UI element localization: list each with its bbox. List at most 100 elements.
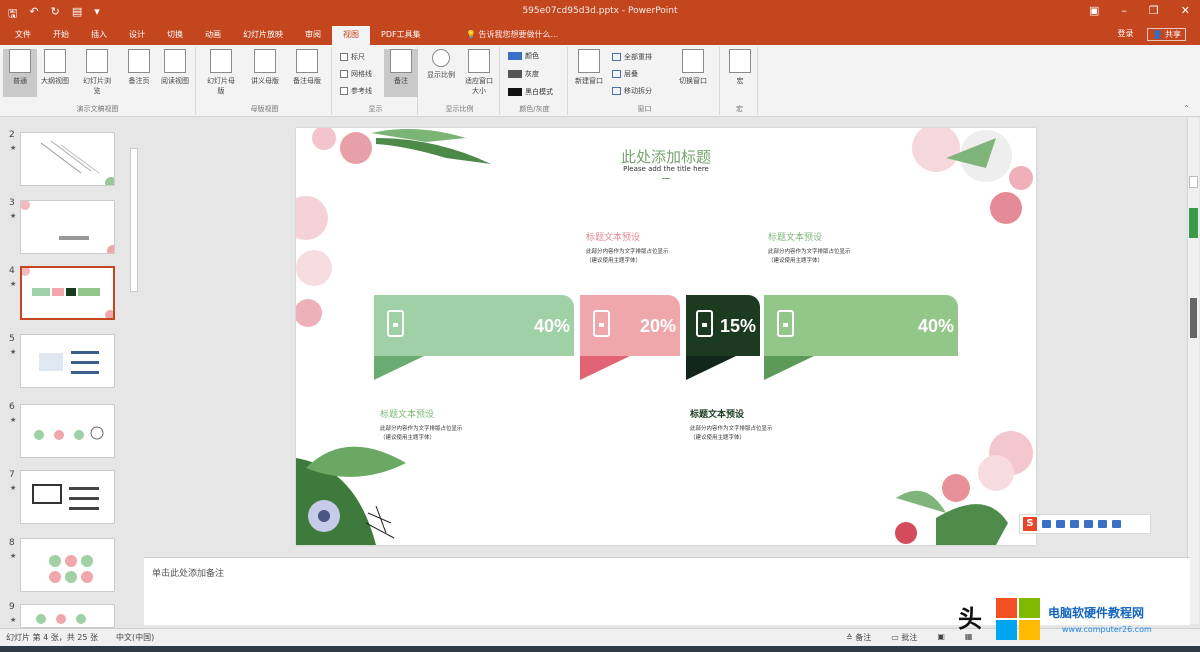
tab-design[interactable]: 设计 bbox=[118, 26, 156, 45]
tab-home[interactable]: 开始 bbox=[42, 26, 80, 45]
collapse-ribbon-icon[interactable]: ⌃ bbox=[1183, 104, 1190, 113]
ribbon-flag bbox=[374, 356, 424, 380]
language-indicator[interactable]: 中文(中国) bbox=[116, 632, 154, 643]
slide-sorter-button[interactable]: 幻灯片浏览 bbox=[80, 49, 114, 96]
comments-status-button[interactable]: ▭ 批注 bbox=[891, 632, 917, 643]
login-link[interactable]: 登录 bbox=[1117, 28, 1133, 41]
move-split-button[interactable]: 移动拆分 bbox=[612, 86, 652, 96]
text-block-body[interactable]: 此部分内容作为文字排版占位显示 （建议使用主题字体） bbox=[586, 248, 669, 266]
slide-thumbnail-selected[interactable] bbox=[20, 266, 115, 320]
tab-review[interactable]: 审阅 bbox=[294, 26, 332, 45]
percent-bar[interactable]: 15% bbox=[686, 295, 760, 356]
slide-canvas[interactable]: 此处添加标题 Please add the title here 标题文本预设 … bbox=[296, 128, 1036, 545]
slide-master-icon bbox=[210, 49, 232, 73]
slide-thumbnail[interactable] bbox=[20, 470, 115, 524]
tab-transitions[interactable]: 切换 bbox=[156, 26, 194, 45]
cascade-button[interactable]: 层叠 bbox=[612, 69, 638, 79]
handout-master-button[interactable]: 讲义母版 bbox=[248, 49, 282, 86]
slide-thumbnail[interactable] bbox=[20, 604, 115, 628]
tab-animations[interactable]: 动画 bbox=[194, 26, 232, 45]
microphone-icon[interactable] bbox=[1070, 520, 1079, 528]
tab-pdf-tools[interactable]: PDF工具集 bbox=[370, 26, 432, 45]
skin-icon[interactable] bbox=[1098, 520, 1107, 528]
tab-insert[interactable]: 插入 bbox=[80, 26, 118, 45]
thumb-number: 8 bbox=[9, 538, 15, 548]
tab-file[interactable]: 文件 bbox=[4, 26, 42, 45]
percent-bar[interactable]: 40% bbox=[374, 295, 574, 356]
maximize-icon[interactable]: ❐ bbox=[1149, 4, 1159, 17]
minimize-icon[interactable]: – bbox=[1121, 4, 1127, 17]
slide-thumbnail[interactable] bbox=[20, 404, 115, 458]
notes-master-button[interactable]: 备注母版 bbox=[290, 49, 324, 86]
outline-view-button[interactable]: 大纲视图 bbox=[38, 49, 72, 86]
keyboard-icon[interactable] bbox=[1084, 520, 1093, 528]
title-bar: 🖫 ↶ ↻ ▤ ▾ 595e07cd95d3d.pptx - PowerPoin… bbox=[0, 0, 1200, 26]
scroll-thumb-main[interactable] bbox=[1190, 298, 1197, 338]
normal-view-icon bbox=[9, 49, 31, 73]
switch-windows-button[interactable]: 切换窗口 bbox=[676, 49, 710, 86]
thumbnails-scrollbar[interactable] bbox=[130, 148, 138, 292]
gridlines-checkbox[interactable]: 网格线 bbox=[340, 69, 372, 79]
group-label: 显示比例 bbox=[445, 105, 474, 113]
tab-slideshow[interactable]: 幻灯片放映 bbox=[232, 26, 294, 45]
design-ideas-tab[interactable] bbox=[1189, 208, 1198, 238]
color-button[interactable]: 颜色 bbox=[508, 51, 539, 61]
text-block-body[interactable]: 此部分内容作为文字排版占位显示 （建议使用主题字体） bbox=[768, 248, 851, 266]
tab-view[interactable]: 视图 bbox=[332, 26, 370, 45]
percent-bar[interactable]: 40% bbox=[764, 295, 958, 356]
notes-status-button[interactable]: ≙ 备注 bbox=[846, 632, 871, 643]
normal-view-button[interactable]: 普通 bbox=[3, 49, 37, 97]
slide-thumbnail[interactable] bbox=[20, 132, 115, 186]
notes-page-button[interactable]: 备注页 bbox=[122, 49, 156, 86]
text-block-heading[interactable]: 标题文本预设 bbox=[380, 407, 434, 420]
grayscale-button[interactable]: 灰度 bbox=[508, 69, 539, 79]
document-title: 595e07cd95d3d.pptx - PowerPoint bbox=[522, 6, 678, 16]
group-label: 演示文稿视图 bbox=[76, 105, 119, 113]
ribbon: 普通 大纲视图 幻灯片浏览 备注页 阅读视图 演示文稿视图 幻灯片母版 讲义母版… bbox=[0, 45, 1200, 117]
arrange-all-button[interactable]: 全部重排 bbox=[612, 52, 652, 62]
slide-master-button[interactable]: 幻灯片母版 bbox=[204, 49, 238, 96]
percent-bar[interactable]: 20% bbox=[580, 295, 680, 356]
text-block-heading[interactable]: 标题文本预设 bbox=[768, 230, 822, 243]
toolbox-icon[interactable] bbox=[1112, 520, 1121, 528]
move-split-icon bbox=[612, 87, 621, 95]
ruler-checkbox[interactable]: 标尺 bbox=[340, 52, 365, 62]
close-icon[interactable]: ✕ bbox=[1181, 4, 1190, 17]
ime-toolbar[interactable]: S bbox=[1019, 514, 1151, 534]
windows-logo bbox=[996, 598, 1040, 640]
transition-icon: ★ bbox=[10, 416, 17, 424]
scroll-thumb[interactable] bbox=[1189, 176, 1198, 188]
macros-button[interactable]: 宏 bbox=[723, 49, 757, 86]
slide-subtitle[interactable]: Please add the title here bbox=[296, 165, 1036, 173]
fit-to-window-button[interactable]: 适应窗口大小 bbox=[462, 49, 496, 96]
slide-scrollbar[interactable] bbox=[1187, 118, 1199, 624]
slide-thumbnail[interactable] bbox=[20, 200, 115, 254]
text-block-body[interactable]: 此部分内容作为文字排版占位显示 （建议使用主题字体） bbox=[690, 425, 773, 443]
chinese-mode-icon[interactable] bbox=[1042, 520, 1051, 528]
text-block-heading[interactable]: 标题文本预设 bbox=[690, 407, 744, 420]
ribbon-display-icon[interactable]: ▣ bbox=[1089, 4, 1099, 17]
guides-checkbox[interactable]: 参考线 bbox=[340, 86, 372, 96]
percent-label: 40% bbox=[533, 316, 570, 336]
text-block-body[interactable]: 此部分内容作为文字排版占位显示 （建议使用主题字体） bbox=[380, 425, 463, 443]
share-button[interactable]: 👤 共享 bbox=[1147, 28, 1186, 41]
notes-icon bbox=[390, 49, 412, 73]
move-split-label: 移动拆分 bbox=[624, 87, 652, 95]
new-window-button[interactable]: 新建窗口 bbox=[572, 49, 606, 86]
punctuation-icon[interactable] bbox=[1056, 520, 1065, 528]
group-label: 母版视图 bbox=[250, 105, 279, 113]
bw-swatch-icon bbox=[508, 88, 522, 96]
zoom-button[interactable]: 显示比例 bbox=[424, 49, 458, 80]
normal-view-status-icon[interactable]: ▣ bbox=[937, 632, 945, 643]
reading-view-button[interactable]: 阅读视图 bbox=[158, 49, 192, 86]
tell-me-box[interactable]: 💡 告诉我您想要做什么... bbox=[466, 29, 558, 40]
slide-thumbnail[interactable] bbox=[20, 334, 115, 388]
sogou-icon[interactable]: S bbox=[1023, 517, 1037, 531]
notes-toggle-button[interactable]: 备注 bbox=[384, 49, 418, 97]
black-white-button[interactable]: 黑白模式 bbox=[508, 87, 553, 97]
text-block-heading[interactable]: 标题文本预设 bbox=[586, 230, 640, 243]
group-presentation-views: 普通 大纲视图 幻灯片浏览 备注页 阅读视图 演示文稿视图 bbox=[0, 47, 196, 115]
slide-thumbnail[interactable] bbox=[20, 538, 115, 592]
slide-master-label: 幻灯片母版 bbox=[207, 77, 235, 95]
slide-title[interactable]: 此处添加标题 bbox=[296, 146, 1036, 167]
